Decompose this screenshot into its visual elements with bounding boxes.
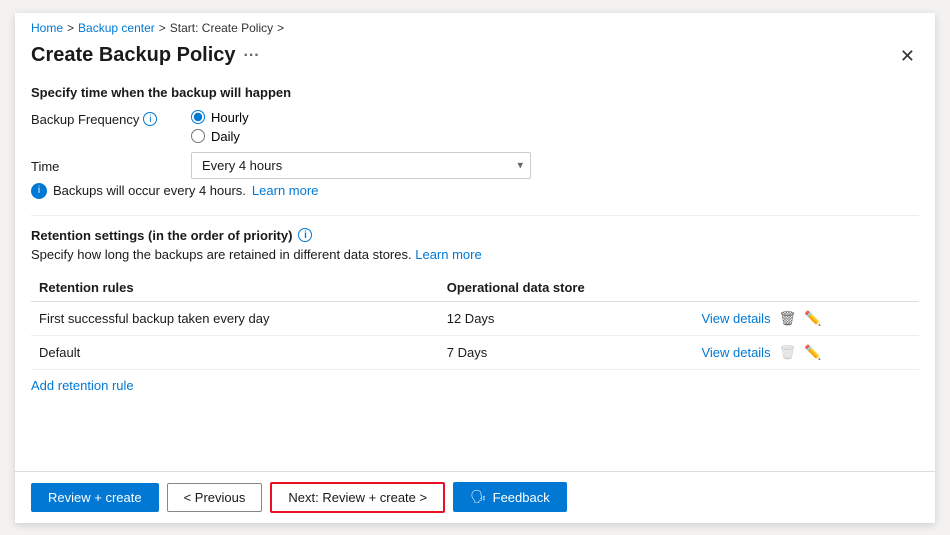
retention-rule-1: Default [31, 335, 439, 369]
radio-daily-input[interactable] [191, 129, 205, 143]
backup-frequency-label: Backup Frequency i [31, 110, 191, 127]
backup-frequency-row: Backup Frequency i Hourly Daily [31, 110, 919, 144]
view-details-link-1[interactable]: View details [701, 345, 770, 360]
breadcrumb-backup-center[interactable]: Backup center [78, 21, 155, 35]
panel-header: Create Backup Policy ··· ✕ [15, 39, 935, 77]
retention-datastore-1: 7 Days [439, 335, 694, 369]
view-details-link-0[interactable]: View details [701, 311, 770, 326]
frequency-info-icon[interactable]: i [143, 112, 157, 126]
retention-description: Specify how long the backups are retaine… [31, 247, 919, 262]
radio-hourly-input[interactable] [191, 110, 205, 124]
feedback-button[interactable]: 🗣 Feedback [453, 482, 567, 512]
row-actions-1: View details 🗑 ✏️ [701, 344, 911, 361]
info-bar-text: Backups will occur every 4 hours. [53, 183, 246, 198]
backup-frequency-options: Hourly Daily [191, 110, 919, 144]
add-retention-rule-link[interactable]: Add retention rule [31, 378, 134, 393]
breadcrumb-sep3: > [277, 21, 284, 35]
backup-learn-more-link[interactable]: Learn more [252, 183, 318, 198]
feedback-label: Feedback [493, 490, 550, 505]
table-row: Default 7 Days View details 🗑 ✏️ [31, 335, 919, 369]
section-divider [31, 215, 919, 216]
retention-section-title: Retention settings (in the order of prio… [31, 228, 919, 243]
table-row: First successful backup taken every day … [31, 301, 919, 335]
panel-content: Specify time when the backup will happen… [15, 77, 935, 471]
review-create-button[interactable]: Review + create [31, 483, 159, 512]
retention-info-icon[interactable]: i [298, 228, 312, 242]
panel-footer: Review + create < Previous Next: Review … [15, 471, 935, 523]
col-header-actions [693, 274, 919, 302]
breadcrumb-current: Start: Create Policy [170, 21, 273, 35]
radio-hourly-label: Hourly [211, 110, 249, 125]
radio-hourly[interactable]: Hourly [191, 110, 919, 125]
retention-datastore-0: 12 Days [439, 301, 694, 335]
breadcrumb: Home > Backup center > Start: Create Pol… [15, 13, 935, 39]
breadcrumb-sep1: > [67, 21, 74, 35]
panel-title-area: Create Backup Policy ··· [31, 44, 260, 67]
feedback-icon: 🗣 [470, 489, 487, 505]
breadcrumb-sep2: > [159, 21, 166, 35]
next-button[interactable]: Next: Review + create > [270, 482, 445, 513]
time-dropdown-wrapper: Every 4 hours Every 6 hours Every 8 hour… [191, 152, 531, 179]
edit-icon-1[interactable]: ✏️ [804, 344, 821, 361]
backup-section-title: Specify time when the backup will happen [31, 85, 919, 100]
edit-icon-0[interactable]: ✏️ [804, 310, 821, 327]
retention-actions-0: View details 🗑 ✏️ [693, 301, 919, 335]
delete-icon-1: 🗑 [779, 344, 797, 361]
time-row: Time Every 4 hours Every 6 hours Every 8… [31, 152, 919, 179]
col-header-datastore: Operational data store [439, 274, 694, 302]
time-select-wrapper: Every 4 hours Every 6 hours Every 8 hour… [191, 152, 919, 179]
more-options-icon[interactable]: ··· [244, 47, 260, 65]
retention-actions-1: View details 🗑 ✏️ [693, 335, 919, 369]
info-bar-icon: i [31, 183, 47, 199]
previous-button[interactable]: < Previous [167, 483, 263, 512]
time-select[interactable]: Every 4 hours Every 6 hours Every 8 hour… [191, 152, 531, 179]
info-bar: i Backups will occur every 4 hours. Lear… [31, 183, 919, 199]
delete-icon-0[interactable]: 🗑 [779, 310, 797, 327]
close-button[interactable]: ✕ [896, 43, 919, 69]
retention-table: Retention rules Operational data store F… [31, 274, 919, 370]
create-backup-policy-panel: Home > Backup center > Start: Create Pol… [15, 13, 935, 523]
time-label: Time [31, 157, 191, 174]
retention-learn-more-link[interactable]: Learn more [415, 247, 481, 262]
col-header-rules: Retention rules [31, 274, 439, 302]
retention-rule-0: First successful backup taken every day [31, 301, 439, 335]
row-actions-0: View details 🗑 ✏️ [701, 310, 911, 327]
breadcrumb-home[interactable]: Home [31, 21, 63, 35]
page-title: Create Backup Policy [31, 44, 236, 67]
radio-daily[interactable]: Daily [191, 129, 919, 144]
radio-daily-label: Daily [211, 129, 240, 144]
